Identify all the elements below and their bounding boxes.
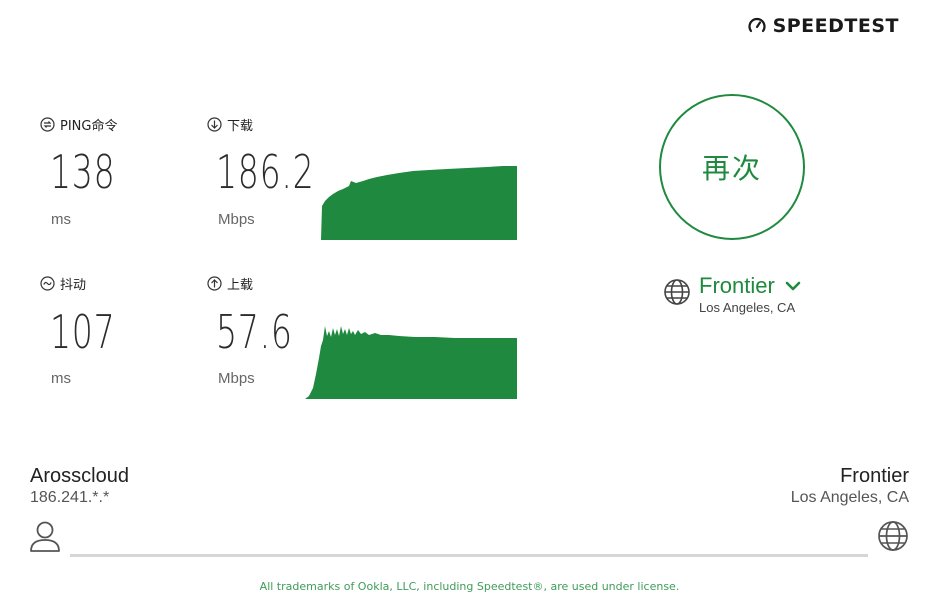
remote-location: Los Angeles, CA	[790, 489, 909, 506]
download-unit: Mbps	[218, 211, 255, 228]
speedometer-icon	[747, 17, 766, 33]
download-label: 下载	[207, 115, 253, 134]
upload-speed-graph	[305, 326, 517, 399]
ping-label: PING命令	[40, 115, 117, 134]
speedtest-logo[interactable]: SPEEDTEST	[747, 15, 899, 37]
client-isp: Arosscloud	[30, 465, 129, 487]
ping-label-text: PING命令	[60, 119, 118, 134]
download-value: 186.2	[216, 145, 315, 199]
jitter-label-text: 抖动	[60, 278, 87, 293]
again-button-label: 再次	[701, 152, 762, 185]
ping-value: 138	[50, 145, 116, 199]
download-label-text: 下载	[227, 119, 254, 134]
chevron-down-icon[interactable]	[785, 280, 801, 292]
user-icon	[30, 521, 60, 552]
jitter-value: 107	[50, 305, 116, 359]
jitter-icon	[40, 276, 55, 291]
logo-text: SPEEDTEST	[772, 15, 899, 37]
server-name: Frontier	[699, 273, 775, 298]
upload-label-text: 上载	[227, 278, 254, 293]
globe-icon	[664, 279, 690, 305]
upload-arrow-icon	[207, 276, 222, 291]
again-button[interactable]: 再次	[659, 94, 805, 240]
footer-trademark: All trademarks of Ookla, LLC, including …	[259, 580, 680, 593]
ping-icon	[40, 117, 55, 132]
upload-unit: Mbps	[218, 370, 255, 387]
server-selector[interactable]: Frontier	[699, 273, 801, 299]
ping-unit: ms	[51, 211, 71, 228]
upload-label: 上载	[207, 274, 253, 293]
client-ip: 186.241.*.*	[30, 489, 110, 506]
remote-globe-icon	[878, 521, 908, 551]
upload-value: 57.6	[216, 305, 293, 359]
jitter-unit: ms	[51, 370, 71, 387]
connection-line	[70, 554, 868, 557]
server-location: Los Angeles, CA	[699, 300, 796, 315]
jitter-label: 抖动	[40, 274, 86, 293]
download-speed-graph	[321, 166, 517, 240]
remote-isp: Frontier	[840, 465, 909, 487]
download-arrow-icon	[207, 117, 222, 132]
